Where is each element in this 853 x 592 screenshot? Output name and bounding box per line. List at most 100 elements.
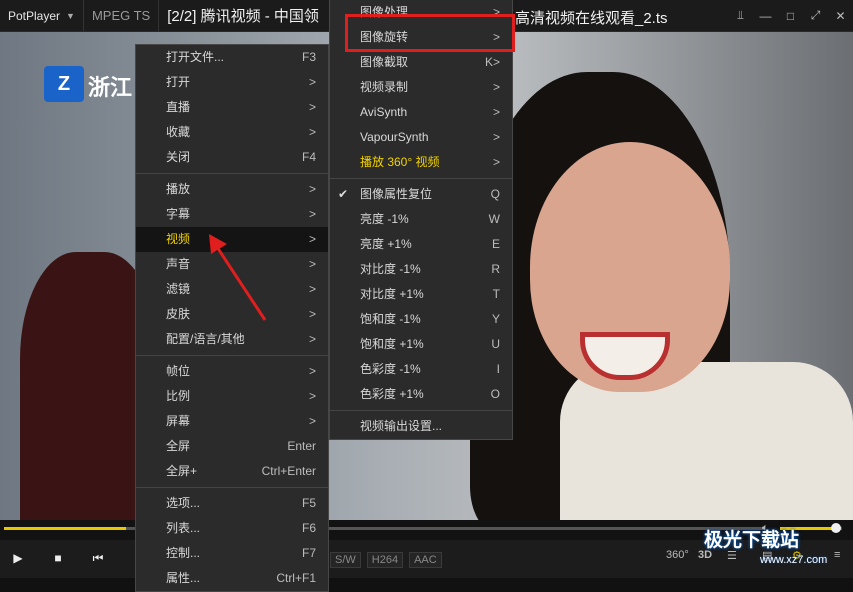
menu-item-label: 播放 xyxy=(166,182,191,196)
menu-item-label: 配置/语言/其他 xyxy=(166,332,245,346)
menu-item-shortcut: > xyxy=(308,389,316,403)
menu-item-label: 打开 xyxy=(166,75,191,89)
menu-item[interactable]: 全屏+ Ctrl+Enter xyxy=(136,459,328,484)
menu-item[interactable]: 直播 > xyxy=(136,95,328,120)
window-title-end: 高清视频在线观看_2.ts xyxy=(515,10,668,27)
menu-item-shortcut: T xyxy=(492,287,500,301)
close-icon[interactable]: ✕ xyxy=(828,0,853,31)
fullscreen-icon[interactable]: ⤢ xyxy=(803,0,828,31)
menu-item-shortcut: F6 xyxy=(301,521,316,535)
menu-item-label: 亮度 -1% xyxy=(360,212,409,226)
menu-item-label: 图像属性复位 xyxy=(360,187,433,201)
menu-item-shortcut: > xyxy=(308,307,316,321)
menu-item-label: 列表... xyxy=(166,521,201,535)
menu-item[interactable]: 配置/语言/其他 > xyxy=(136,327,328,352)
menu-item[interactable]: 收藏 > xyxy=(136,120,328,145)
360-icon[interactable]: 360° xyxy=(666,549,689,561)
menu-item[interactable]: 屏幕 > xyxy=(136,409,328,434)
menu-item[interactable]: 字幕 > xyxy=(136,202,328,227)
menu-item-label: 图像截取 xyxy=(360,55,409,69)
menu-item-label: 控制... xyxy=(166,546,201,560)
menu-item-label: AviSynth xyxy=(360,105,408,119)
menu-item[interactable]: 帧位 > xyxy=(136,359,328,384)
menu-item[interactable]: VapourSynth > xyxy=(330,125,512,150)
menu-item[interactable]: 属性... Ctrl+F1 xyxy=(136,566,328,591)
menu-item[interactable]: 图像截取 K> xyxy=(330,50,512,75)
menu-item-label: 视频输出设置... xyxy=(360,419,443,433)
app-menu-button[interactable]: PotPlayer ▼ xyxy=(0,0,84,31)
previous-icon[interactable]: ⏮︎ xyxy=(88,548,108,568)
menu-item[interactable]: 控制... F7 xyxy=(136,541,328,566)
channel-logo: Z xyxy=(44,66,84,102)
menu-item-shortcut: Ctrl+Enter xyxy=(261,464,316,478)
stream-info-tags: S/W H264 AAC xyxy=(330,552,442,568)
video-submenu: 图像处理 > 图像旋转 > 图像截取 K> 视频录制 > AviSynth > VapourSynt… xyxy=(329,0,513,440)
stop-icon[interactable]: ■ xyxy=(48,548,68,568)
seek-bar[interactable] xyxy=(4,527,764,530)
minimize-icon[interactable]: ― xyxy=(753,0,778,31)
menu-item[interactable]: 播放 360° 视频 > xyxy=(330,150,512,175)
window-title: [2/2] 腾讯视频 - 中国领 xyxy=(167,8,319,25)
maximize-icon[interactable]: □ xyxy=(778,0,803,31)
menu-item-shortcut: > xyxy=(308,100,316,114)
menu-item-label: 比例 xyxy=(166,389,191,403)
menu-item-shortcut: > xyxy=(492,155,500,169)
menu-item[interactable]: 关闭 F4 xyxy=(136,145,328,170)
watermark-url: www.xz7.com xyxy=(760,554,828,566)
menu-icon[interactable]: ≡ xyxy=(834,549,840,561)
menu-item-shortcut: > xyxy=(308,332,316,346)
menu-item[interactable]: 全屏 Enter xyxy=(136,434,328,459)
menu-item[interactable]: 对比度 +1% T xyxy=(330,282,512,307)
menu-item-shortcut: I xyxy=(496,362,500,376)
play-icon[interactable]: ▶ xyxy=(8,548,28,568)
window-controls: ⫫ ― □ ⤢ ✕ xyxy=(728,0,853,31)
menu-item-label: 字幕 xyxy=(166,207,191,221)
menu-item[interactable]: 列表... F6 xyxy=(136,516,328,541)
menu-item-label: 全屏 xyxy=(166,439,191,453)
menu-item-shortcut: > xyxy=(308,75,316,89)
menu-item[interactable]: 亮度 -1% W xyxy=(330,207,512,232)
highlight-box xyxy=(345,14,515,52)
menu-item[interactable]: 对比度 -1% R xyxy=(330,257,512,282)
menu-separator xyxy=(136,355,328,356)
menu-item-shortcut: Y xyxy=(491,312,500,326)
menu-item[interactable]: 色彩度 +1% O xyxy=(330,382,512,407)
menu-item[interactable]: 视频录制 > xyxy=(330,75,512,100)
menu-item-shortcut: > xyxy=(308,125,316,139)
volume-knob[interactable] xyxy=(830,523,841,533)
stream-tag: S/W xyxy=(330,552,361,568)
menu-item-label: 对比度 +1% xyxy=(360,287,424,301)
menu-item-shortcut: O xyxy=(490,387,500,401)
menu-item[interactable]: 比例 > xyxy=(136,384,328,409)
menu-item[interactable]: 打开 > xyxy=(136,70,328,95)
menu-item[interactable]: 饱和度 +1% U xyxy=(330,332,512,357)
menu-item[interactable]: 视频输出设置... xyxy=(330,414,512,439)
pin-icon[interactable]: ⫫ xyxy=(728,0,753,31)
menu-item-label: 收藏 xyxy=(166,125,191,139)
menu-item-shortcut: W xyxy=(488,212,500,226)
menu-item-shortcut: F4 xyxy=(301,150,316,164)
menu-item-shortcut: E xyxy=(491,237,500,251)
menu-item-label: 色彩度 -1% xyxy=(360,362,421,376)
menu-item[interactable]: ✔ 图像属性复位 Q xyxy=(330,182,512,207)
menu-item[interactable]: 播放 > xyxy=(136,177,328,202)
menu-item-label: 饱和度 +1% xyxy=(360,337,424,351)
menu-item-shortcut: > xyxy=(492,130,500,144)
menu-item-shortcut: R xyxy=(491,262,500,276)
menu-item-label: 视频 xyxy=(166,232,191,246)
menu-item[interactable]: AviSynth > xyxy=(330,100,512,125)
stream-tag: H264 xyxy=(366,552,404,568)
menu-separator xyxy=(330,410,512,411)
menu-item-shortcut: > xyxy=(308,232,316,246)
menu-item[interactable]: 打开文件... F3 xyxy=(136,45,328,70)
menu-item[interactable]: 亮度 +1% E xyxy=(330,232,512,257)
menu-item[interactable]: 色彩度 -1% I xyxy=(330,357,512,382)
menu-item-shortcut: > xyxy=(492,80,500,94)
menu-item[interactable]: 选项... F5 xyxy=(136,491,328,516)
menu-item-label: VapourSynth xyxy=(360,130,429,144)
menu-item-shortcut: U xyxy=(491,337,500,351)
menu-item-shortcut: K> xyxy=(484,55,500,69)
menu-item[interactable]: 饱和度 -1% Y xyxy=(330,307,512,332)
menu-separator xyxy=(136,173,328,174)
menu-item-label: 亮度 +1% xyxy=(360,237,412,251)
